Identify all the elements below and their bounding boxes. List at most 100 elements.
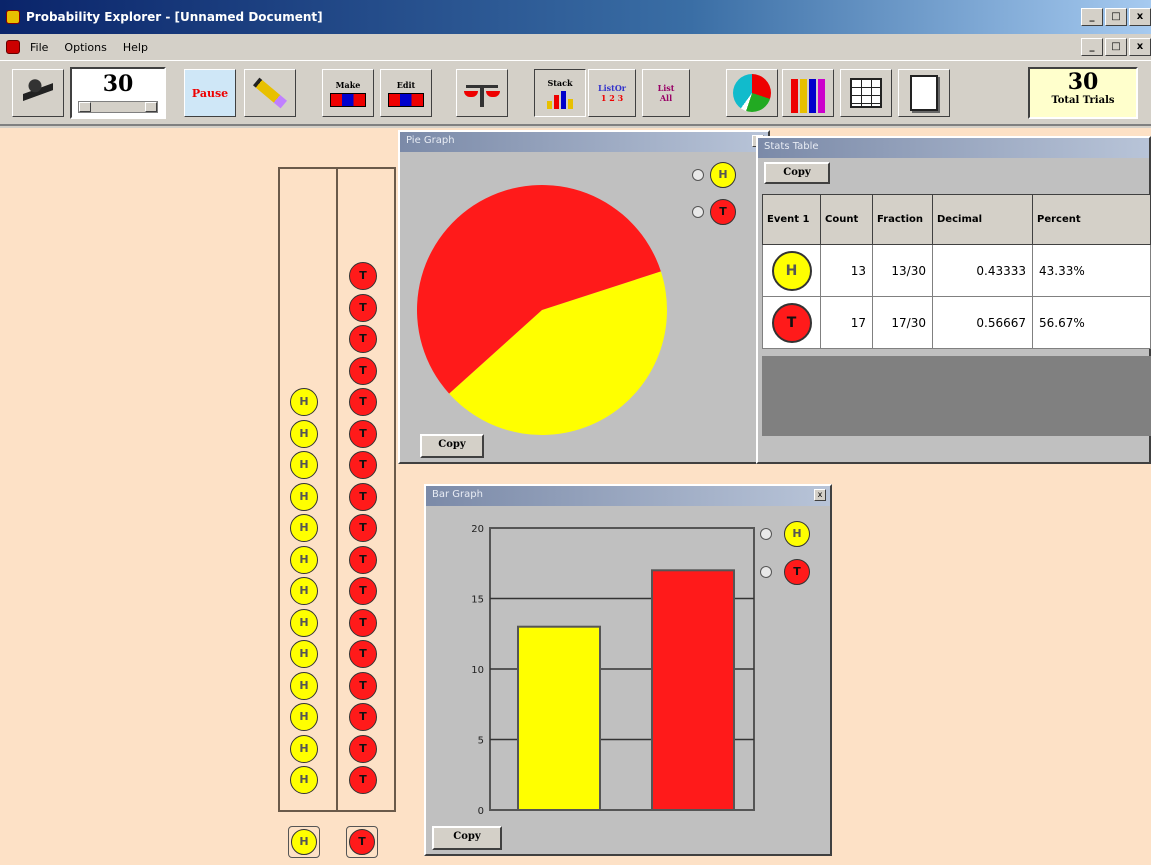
scale-icon bbox=[464, 77, 500, 109]
bar-radio-h[interactable] bbox=[760, 528, 772, 540]
document-page-icon bbox=[910, 75, 938, 111]
bar-radio-t[interactable] bbox=[760, 566, 772, 578]
scroll-left-arrow[interactable] bbox=[79, 102, 91, 112]
weight-button[interactable] bbox=[456, 69, 508, 117]
stats-table-button[interactable] bbox=[840, 69, 892, 117]
doc-minimize-button[interactable]: _ bbox=[1081, 38, 1103, 56]
menu-help[interactable]: Help bbox=[123, 41, 148, 54]
bar-legend-t-coin: T bbox=[784, 559, 810, 585]
stats-copy-button[interactable]: Copy bbox=[764, 162, 830, 184]
col-header-percent: Percent bbox=[1032, 194, 1151, 245]
table-row: H 13 13/30 0.43333 43.33% bbox=[762, 244, 1151, 297]
total-trials-display: 30 Total Trials bbox=[1028, 67, 1138, 119]
maximize-button[interactable]: □ bbox=[1105, 8, 1127, 26]
pause-button[interactable]: Pause bbox=[184, 69, 236, 117]
cell-count: 13 bbox=[820, 244, 873, 297]
bar-h bbox=[517, 625, 601, 811]
stack-button[interactable]: Stack bbox=[534, 69, 586, 117]
close-button[interactable]: x bbox=[1129, 8, 1151, 26]
document-icon[interactable] bbox=[6, 40, 20, 54]
stacked-coin-t: T bbox=[349, 608, 377, 637]
table-row: T 17 17/30 0.56667 56.67% bbox=[762, 296, 1151, 349]
document-button[interactable] bbox=[898, 69, 950, 117]
pie-graph-button[interactable] bbox=[726, 69, 778, 117]
doc-maximize-button[interactable]: □ bbox=[1105, 38, 1127, 56]
menu-file[interactable]: File bbox=[30, 41, 48, 54]
pie-legend-h-coin: H bbox=[710, 162, 736, 188]
stack-label: Stack bbox=[547, 77, 573, 88]
trials-count-spinner[interactable]: 30 bbox=[70, 67, 166, 119]
scroll-right-arrow[interactable] bbox=[145, 102, 157, 112]
make-button[interactable]: Make bbox=[322, 69, 374, 117]
list-all-label: List bbox=[657, 83, 675, 93]
cell-percent: 56.67% bbox=[1032, 296, 1151, 349]
stacked-coin-h: H bbox=[290, 419, 318, 448]
stacked-coin-h: H bbox=[290, 671, 318, 700]
bar-graph-button[interactable] bbox=[782, 69, 834, 117]
bar-panel-title: Bar Graph bbox=[426, 486, 830, 506]
stacked-coin-h: H bbox=[290, 482, 318, 511]
total-trials-value: 30 bbox=[1067, 69, 1099, 95]
make-label: Make bbox=[335, 79, 361, 90]
menu-options[interactable]: Options bbox=[64, 41, 106, 54]
pie-radio-t[interactable] bbox=[692, 206, 704, 218]
trials-scrollbar[interactable] bbox=[78, 101, 158, 113]
cell-count: 17 bbox=[820, 296, 873, 349]
stacked-coin-t: T bbox=[349, 482, 377, 511]
cell-percent: 43.33% bbox=[1032, 244, 1151, 297]
stacked-coin-h: H bbox=[290, 577, 318, 605]
stacked-coin-t: T bbox=[349, 325, 377, 353]
stacked-coin-h: H bbox=[290, 640, 318, 668]
run-trials-button[interactable] bbox=[12, 69, 64, 117]
y-tick-label: 20 bbox=[471, 524, 484, 535]
pause-label: Pause bbox=[191, 86, 229, 100]
legend-h-coin: H bbox=[291, 829, 317, 855]
stacked-coin-t: T bbox=[349, 640, 377, 668]
toolbar: 30 Pause Make Edit Stack ListOr 1 2 3 Li… bbox=[0, 60, 1151, 126]
pie-radio-h[interactable] bbox=[692, 169, 704, 181]
stacked-coin-h: H bbox=[290, 388, 318, 416]
doc-close-button[interactable]: x bbox=[1129, 38, 1151, 56]
stats-table: Event 1 Count Fraction Decimal Percent H… bbox=[762, 194, 1151, 349]
cell-fraction: 17/30 bbox=[872, 296, 933, 349]
bar-copy-button[interactable]: Copy bbox=[432, 826, 502, 850]
pie-chart bbox=[417, 185, 667, 435]
stacked-coin-t: T bbox=[349, 514, 377, 542]
stacked-coin-t: T bbox=[349, 356, 377, 385]
minimize-button[interactable]: _ bbox=[1081, 8, 1103, 26]
col-header-decimal: Decimal bbox=[932, 194, 1033, 245]
bar-legend-h-coin: H bbox=[784, 521, 810, 547]
stacked-coin-h: H bbox=[290, 514, 318, 542]
stacked-coin-t: T bbox=[349, 734, 377, 763]
bar-panel-close-button[interactable]: x bbox=[814, 489, 826, 501]
stacked-coin-h: H bbox=[290, 734, 318, 763]
title-bar: Probability Explorer - [Unnamed Document… bbox=[0, 0, 1151, 34]
stacked-coin-h: H bbox=[290, 608, 318, 637]
bar-graph-panel: Bar Graph x 0 5 10 15 20 H T Copy bbox=[424, 484, 832, 856]
pencil-icon bbox=[252, 77, 288, 109]
stats-panel-title: Stats Table bbox=[758, 138, 1149, 158]
row-t-coin: T bbox=[771, 302, 812, 343]
pie-graph-panel: Pie Graph x H T Copy bbox=[398, 130, 770, 464]
runner-icon bbox=[23, 75, 53, 111]
row-h-coin: H bbox=[771, 250, 812, 291]
y-tick-label: 5 bbox=[478, 736, 484, 747]
pie-copy-button[interactable]: Copy bbox=[420, 434, 484, 458]
menu-bar: File Options Help _ □ x bbox=[0, 34, 1151, 60]
y-tick-label: 0 bbox=[478, 806, 484, 817]
y-tick-label: 10 bbox=[471, 665, 484, 676]
pie-chart-icon bbox=[733, 74, 771, 112]
stacked-coin-h: H bbox=[290, 545, 318, 574]
edit-button[interactable]: Edit bbox=[380, 69, 432, 117]
list-all-button[interactable]: List All bbox=[642, 69, 690, 117]
stacked-coin-t: T bbox=[349, 262, 377, 290]
pencil-tool-button[interactable] bbox=[244, 69, 296, 117]
col-header-fraction: Fraction bbox=[872, 194, 933, 245]
list-order-button[interactable]: ListOr 1 2 3 bbox=[588, 69, 636, 117]
cell-decimal: 0.56667 bbox=[932, 296, 1033, 349]
stacked-coin-t: T bbox=[349, 293, 377, 322]
stacked-coin-t: T bbox=[349, 703, 377, 731]
stack-bars-icon bbox=[547, 90, 573, 109]
stacked-coin-h: H bbox=[290, 766, 318, 794]
trials-count-value: 30 bbox=[102, 71, 134, 97]
